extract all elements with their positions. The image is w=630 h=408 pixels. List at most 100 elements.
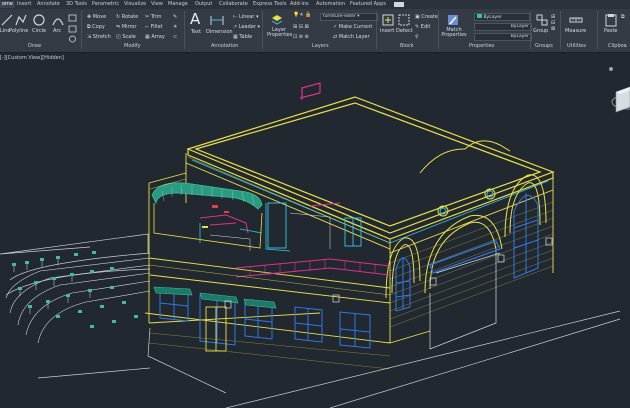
detect-label[interactable]: Detect [396,28,413,34]
erase-icon[interactable]: ✎ [173,14,177,20]
table-label: Table [239,34,253,40]
make-current-label: Make Current [338,24,373,30]
table-button[interactable]: ▦ Table [233,34,252,40]
layer-tools-icons-2[interactable]: ⊡ ⊚ ⊛ [293,34,309,40]
mirror-button[interactable]: ⇋ Mirror [116,24,137,30]
draw-panel-label[interactable]: Draw [28,43,41,49]
red-accent [212,205,229,213]
modify-panel-label[interactable]: Modify [124,43,141,49]
tab-insert[interactable]: Insert [17,1,31,8]
insert-block-icon[interactable] [381,13,395,27]
line-icon[interactable] [0,13,14,27]
polyline-icon[interactable] [14,13,28,27]
arc-button-label[interactable]: Arc [53,28,61,34]
copy-clip-icon[interactable]: ⧉ [621,14,625,20]
move-label: Move [92,14,107,20]
measure-icon[interactable] [569,13,583,27]
edit-label: Edit [420,24,431,30]
move-button[interactable]: ✥ Move [87,14,106,20]
color-dropdown[interactable]: ByLayer [474,13,530,21]
paste-button-label[interactable]: Paste [604,28,618,34]
color-value: ByLayer [483,15,502,20]
current-layer-value: furniture-exter [323,14,356,19]
match-properties-icon[interactable] [446,13,460,27]
fillet-button[interactable]: ⌐ Fillet [145,24,163,30]
layer-state-icons[interactable]: 💡☀ 🔓 [293,12,312,18]
detect-icon[interactable] [397,13,411,27]
group-icon[interactable] [535,13,549,27]
roof [186,96,555,240]
tab-manage[interactable]: Manage [168,1,188,8]
insert-button-label[interactable]: Insert [380,28,394,34]
text-button-label[interactable]: Text [191,29,201,35]
tab-automation[interactable]: Automation [316,1,345,8]
measure-button-label[interactable]: Measure [565,28,586,34]
scale-button[interactable]: ◰ Scale [116,34,136,40]
benches [12,251,138,328]
layers-panel-label[interactable]: Layers [312,43,329,49]
panel-divider [262,11,263,49]
match-properties-label[interactable]: Match Properties [441,28,467,38]
layer-tools-icons[interactable]: ⊞ ⊟ ⊠ [293,24,309,30]
dimension-icon[interactable] [209,13,225,27]
tab-featured-apps[interactable]: Featured Apps [350,1,386,8]
leader-dropdown[interactable]: ↗ Leader ▾ [233,24,260,30]
linetype-value: ByLayer [510,24,529,29]
make-current-button[interactable]: ✓ Make Current [333,24,372,30]
linetype-dropdown[interactable]: ByLayer [474,23,532,31]
circle-button-label[interactable]: Circle [32,28,46,34]
copy-button[interactable]: ⧉ Copy [87,24,105,30]
tab-express-tools[interactable]: Express Tools [253,1,286,8]
rotate-button[interactable]: ↻ Rotate [116,14,138,20]
block-panel-label[interactable]: Block [400,43,414,49]
group-tools-icons[interactable]: ⊞ ⊟ ⊠ [551,14,555,32]
arc-icon[interactable] [51,13,65,27]
layer-properties-label[interactable]: Layer Properties [267,28,292,38]
match-layer-label: Match Layer [338,34,370,40]
tab-overflow-icon[interactable] [394,2,404,7]
tab-parametric[interactable]: Parametric [92,1,119,8]
yellow-accent [202,226,208,228]
trim-label: Trim [150,14,162,20]
tab-visualize[interactable]: Visualize [124,1,146,8]
panel-divider [597,11,598,49]
create-block-button[interactable]: ▣ Create [415,14,438,20]
text-icon[interactable]: A [190,12,200,27]
linear-dropdown[interactable]: ⊢ Linear ▾ [233,14,259,20]
lineweight-dropdown[interactable]: ByLayer [474,33,532,41]
tab-3d-tools[interactable]: 3D Tools [66,1,87,8]
lineweight-value: ByLayer [510,34,529,39]
offset-icon[interactable]: ⊂ [173,34,177,40]
tab-annotate[interactable]: Annotate [37,1,60,8]
stretch-button[interactable]: ⇲ Stretch [87,34,111,40]
layer-dropdown[interactable]: furniture-exter ▾ [320,13,378,21]
panel-divider [530,11,531,49]
match-layer-button[interactable]: ⇄ Match Layer [333,34,370,40]
paste-icon[interactable] [604,13,618,27]
dimension-button-label[interactable]: Dimension [206,29,233,35]
groups-panel-label[interactable]: Groups [535,43,553,49]
panel-divider [376,11,377,49]
trim-button[interactable]: ✂ Trim [145,14,161,20]
tab-add-ins[interactable]: Add-ins [290,1,309,8]
panel-divider [560,11,561,49]
array-button[interactable]: ▦ Array [145,34,165,40]
properties-panel-label[interactable]: Properties [469,43,494,49]
annotation-panel-label[interactable]: Annotation [211,43,238,49]
panel-divider [81,11,82,49]
upper-windows [267,202,362,249]
tab-view[interactable]: View [151,1,163,8]
circle-icon[interactable] [32,13,46,27]
utilities-panel-label[interactable]: Utilities [567,43,586,49]
tab-collaborate[interactable]: Collaborate [219,1,248,8]
polyline-button-label[interactable]: Polyline [9,28,28,34]
block-attribute-icon[interactable]: ⚲ [415,34,419,40]
tab-home[interactable]: ome [0,1,16,8]
edit-block-button[interactable]: ✎ Edit [415,24,430,30]
layer-properties-icon[interactable] [270,13,284,27]
tab-output[interactable]: Output [195,1,212,8]
draw-extra-tools-icon[interactable] [68,14,78,44]
group-button-label[interactable]: Group [533,28,548,34]
clipboard-panel-label[interactable]: Clipboa [608,43,627,49]
explode-icon[interactable]: ✳ [173,24,177,30]
